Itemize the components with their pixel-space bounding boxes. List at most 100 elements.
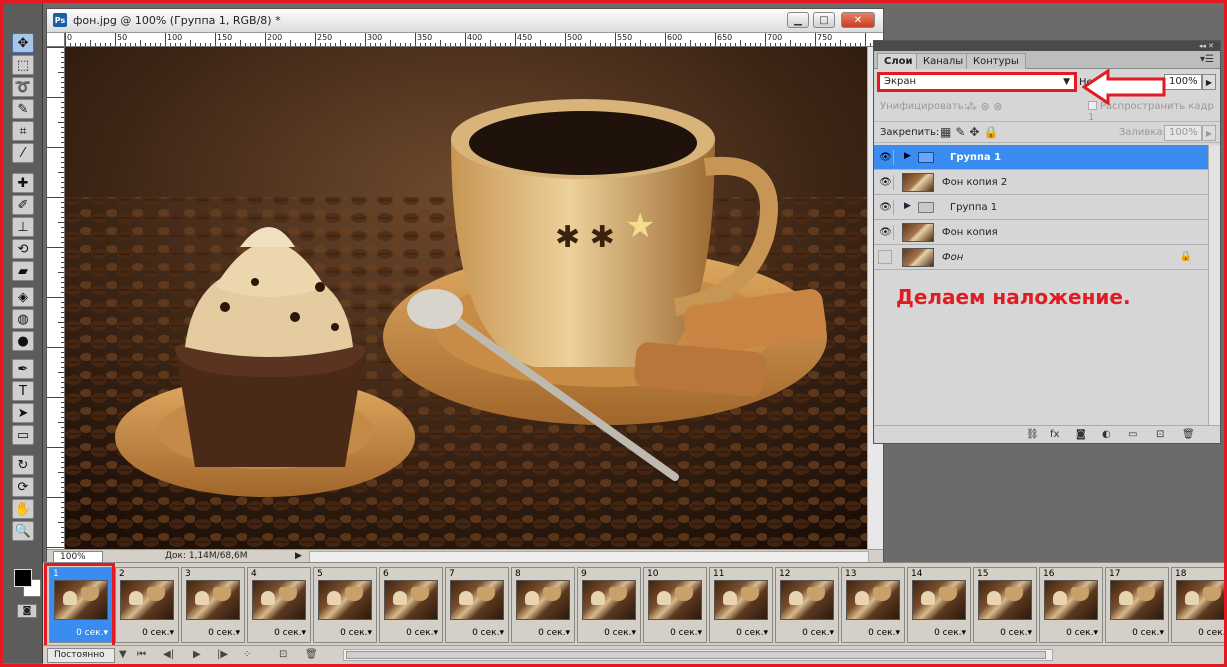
animation-frame[interactable]: 3 0 сек.▾ — [181, 567, 245, 643]
delay-dropdown-icon[interactable]: ▾ — [433, 628, 438, 638]
trash-icon[interactable]: 🗑 — [1182, 429, 1195, 440]
animation-frame[interactable]: 5 0 сек.▾ — [313, 567, 377, 643]
tween-icon[interactable]: ⁘ — [243, 649, 251, 660]
pen-tool-icon[interactable]: ✒ — [12, 359, 34, 379]
delay-dropdown-icon[interactable]: ▾ — [103, 628, 108, 638]
opacity-slider-arrow-icon[interactable]: ▶ — [1202, 74, 1216, 90]
next-frame-icon[interactable]: |▶ — [217, 649, 228, 660]
dodge-tool-icon[interactable]: ● — [12, 331, 34, 351]
quick-mask-icon[interactable]: ◙ — [17, 604, 37, 618]
frame-delay[interactable]: 0 сек.▾ — [736, 628, 768, 638]
loop-dropdown-icon[interactable]: ▼ — [119, 649, 127, 660]
layer-row[interactable]: 👁 Фон копия — [874, 220, 1220, 245]
tab-paths[interactable]: Контуры — [966, 53, 1026, 69]
frame-delay[interactable]: 0 сек.▾ — [406, 628, 438, 638]
frame-delay[interactable]: 0 сек.▾ — [1132, 628, 1164, 638]
type-tool-icon[interactable]: T — [12, 381, 34, 401]
previous-frame-icon[interactable]: ◀| — [163, 649, 174, 660]
eraser-tool-icon[interactable]: ▰ — [12, 261, 34, 281]
layer-row[interactable]: 👁 Фон копия 2 — [874, 170, 1220, 195]
frame-delay[interactable]: 0 сек.▾ — [208, 628, 240, 638]
animation-frame[interactable]: 11 0 сек.▾ — [709, 567, 773, 643]
delay-dropdown-icon[interactable]: ▾ — [631, 628, 636, 638]
frame-delay[interactable]: 0 сек.▾ — [274, 628, 306, 638]
play-icon[interactable]: ▶ — [193, 649, 201, 660]
loop-select[interactable]: Постоянно — [47, 648, 115, 663]
animation-frame[interactable]: 10 0 сек.▾ — [643, 567, 707, 643]
fill-field[interactable]: 100% — [1164, 125, 1202, 141]
layer-row[interactable]: 👁 ▶ Группа 1 — [874, 195, 1220, 220]
horizontal-ruler[interactable]: 0 50 100 150 200 250 300 350 400 450 500 550 600 650 7… — [65, 33, 883, 47]
stamp-tool-icon[interactable]: ⊥ — [12, 217, 34, 237]
eyedropper-tool-icon[interactable]: ⁄ — [12, 143, 34, 163]
frame-delay[interactable]: 0 сек.▾ — [604, 628, 636, 638]
frame-delay[interactable]: 0 сек.▾ — [802, 628, 834, 638]
animation-frame[interactable]: 4 0 сек.▾ — [247, 567, 311, 643]
frame-delay[interactable]: 0 сек.▾ — [1066, 628, 1098, 638]
eye-icon[interactable]: 👁 — [878, 175, 894, 190]
panel-collapse-bar[interactable]: ◂◂ ✕ — [874, 41, 1220, 51]
frame-delay[interactable]: 0 сек.▾ — [340, 628, 372, 638]
animation-frame[interactable]: 17 0 сек.▾ — [1105, 567, 1169, 643]
animation-frame[interactable]: 15 0 сек.▾ — [973, 567, 1037, 643]
frame-delay[interactable]: 0 сек.▾ — [472, 628, 504, 638]
3d-orbit-tool-icon[interactable]: ⟳ — [12, 477, 34, 497]
delete-frame-icon[interactable]: 🗑 — [305, 649, 318, 660]
frame-delay[interactable]: 0 сек.▾ — [76, 628, 108, 638]
animation-frame[interactable]: 13 0 сек.▾ — [841, 567, 905, 643]
delay-dropdown-icon[interactable]: ▾ — [1093, 628, 1098, 638]
animation-frame[interactable]: 7 0 сек.▾ — [445, 567, 509, 643]
delay-dropdown-icon[interactable]: ▾ — [565, 628, 570, 638]
new-layer-icon[interactable]: ⊡ — [1156, 429, 1164, 440]
shape-tool-icon[interactable]: ▭ — [12, 425, 34, 445]
first-frame-icon[interactable]: ⏮ — [137, 649, 146, 660]
eye-icon[interactable]: 👁 — [878, 150, 894, 165]
hand-tool-icon[interactable]: ✋ — [12, 499, 34, 519]
delay-dropdown-icon[interactable]: ▾ — [1027, 628, 1032, 638]
3d-rotate-tool-icon[interactable]: ↻ — [12, 455, 34, 475]
tab-channels[interactable]: Каналы — [916, 53, 971, 69]
blur-tool-icon[interactable]: ◍ — [12, 309, 34, 329]
maximize-button[interactable]: □ — [813, 12, 835, 28]
animation-frame[interactable]: 2 0 сек.▾ — [115, 567, 179, 643]
foreground-color-swatch[interactable] — [14, 569, 32, 587]
fx-icon[interactable]: fx — [1050, 429, 1059, 440]
delay-dropdown-icon[interactable]: ▾ — [301, 628, 306, 638]
opacity-field[interactable]: 100% — [1164, 74, 1202, 90]
animation-frame[interactable]: 14 0 сек.▾ — [907, 567, 971, 643]
frames-scrollbar[interactable] — [343, 649, 1053, 661]
document-titlebar[interactable]: Ps фон.jpg @ 100% (Группа 1, RGB/8) * ▁ … — [47, 9, 883, 33]
delay-dropdown-icon[interactable]: ▾ — [763, 628, 768, 638]
healing-brush-tool-icon[interactable]: ✚ — [12, 173, 34, 193]
visibility-toggle[interactable] — [878, 250, 892, 264]
animation-frame[interactable]: 8 0 сек.▾ — [511, 567, 575, 643]
delay-dropdown-icon[interactable]: ▾ — [697, 628, 702, 638]
adjustment-layer-icon[interactable]: ◐ — [1102, 429, 1111, 440]
crop-tool-icon[interactable]: ⌗ — [12, 121, 34, 141]
layer-row[interactable]: 👁 ▶ Группа 1 — [874, 145, 1220, 170]
minimize-button[interactable]: ▁ — [787, 12, 809, 28]
frame-delay[interactable]: 0 сек.▾ — [934, 628, 966, 638]
animation-frame[interactable]: 1 0 сек.▾ — [49, 567, 113, 643]
new-group-icon[interactable]: ▭ — [1128, 429, 1137, 440]
vertical-ruler[interactable] — [47, 47, 65, 549]
layer-row[interactable]: Фон 🔒 — [874, 245, 1220, 270]
lock-options-icons[interactable]: ▦✎✥🔒 — [940, 125, 1002, 139]
animation-frame[interactable]: 18 0 сек.▾ — [1171, 567, 1227, 643]
delay-dropdown-icon[interactable]: ▾ — [1159, 628, 1164, 638]
animation-frame[interactable]: 9 0 сек.▾ — [577, 567, 641, 643]
status-menu-arrow-icon[interactable]: ▶ — [295, 551, 302, 561]
frame-delay[interactable]: 0 сек.▾ — [868, 628, 900, 638]
animation-frame[interactable]: 12 0 сек.▾ — [775, 567, 839, 643]
quick-select-tool-icon[interactable]: ✎ — [12, 99, 34, 119]
panel-menu-icon[interactable]: ▾☰ — [1200, 54, 1214, 65]
add-mask-icon[interactable]: ◙ — [1076, 429, 1086, 440]
image-canvas[interactable]: ✱ ✱ ★ — [65, 47, 867, 549]
move-tool-icon[interactable]: ✥ — [12, 33, 34, 53]
delay-dropdown-icon[interactable]: ▾ — [169, 628, 174, 638]
unify-icons[interactable]: ⁂ ⊛ ⊗ — [966, 100, 1002, 113]
delay-dropdown-icon[interactable]: ▾ — [895, 628, 900, 638]
frame-delay[interactable]: 0 сек.▾ — [670, 628, 702, 638]
close-button[interactable]: ✕ — [841, 12, 875, 28]
layers-scrollbar[interactable] — [1208, 145, 1220, 425]
